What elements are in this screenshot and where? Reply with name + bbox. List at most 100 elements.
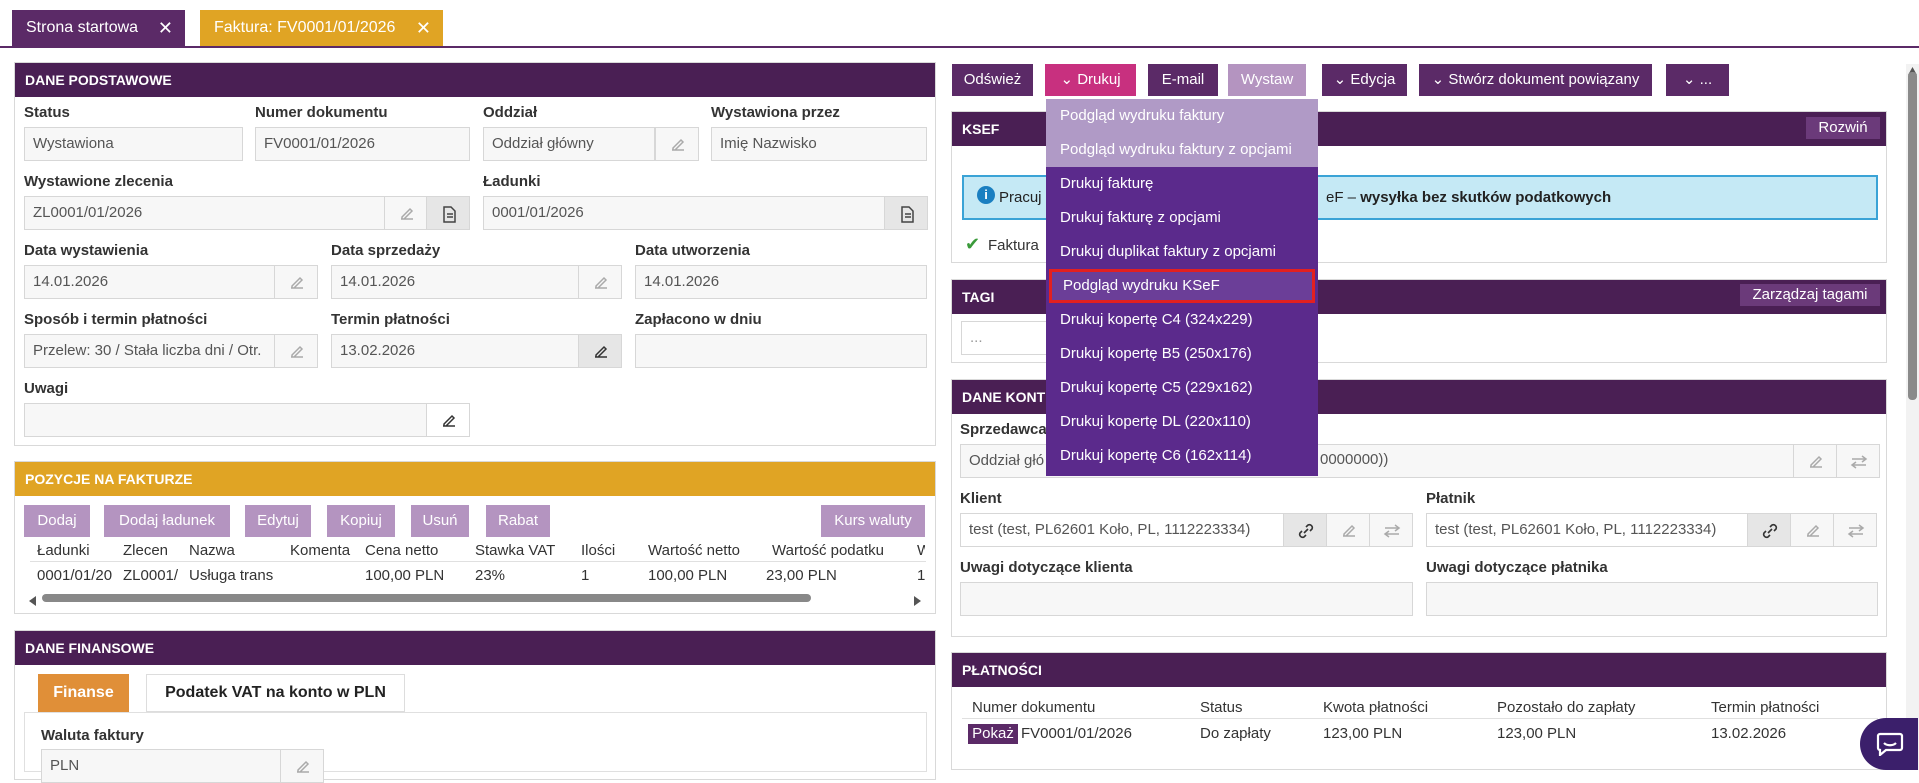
edit-seller-button[interactable]: [1793, 444, 1837, 478]
column-header[interactable]: W: [917, 542, 925, 559]
column-header[interactable]: Zlecen: [123, 542, 168, 559]
menu-item-print-invoice-options[interactable]: Drukuj fakturę z opcjami: [1046, 201, 1318, 235]
branch-field[interactable]: Oddział główny: [483, 127, 655, 161]
menu-item-preview-invoice-options[interactable]: Podgląd wydruku faktury z opcjami: [1046, 133, 1318, 167]
refresh-button[interactable]: Odśwież: [952, 64, 1033, 96]
print-button[interactable]: ⌄ Drukuj: [1045, 64, 1136, 96]
tab-vat-account[interactable]: Podatek VAT na konto w PLN: [146, 674, 405, 712]
payment-method-field[interactable]: Przelew: 30 / Stała liczba dni / Otr.: [24, 334, 275, 368]
edit-payer-button[interactable]: [1790, 513, 1834, 547]
column-header[interactable]: Numer dokumentu: [972, 699, 1095, 716]
column-header[interactable]: Ładunki: [37, 542, 90, 559]
paid-date-field[interactable]: [635, 334, 927, 368]
column-header[interactable]: Stawka VAT: [475, 542, 555, 559]
add-load-button[interactable]: Dodaj ładunek: [104, 505, 230, 537]
column-header[interactable]: Wartość netto: [648, 542, 740, 559]
column-header[interactable]: Termin płatności: [1711, 699, 1819, 716]
copy-button[interactable]: Kopiuj: [327, 505, 395, 537]
swap-icon: [1850, 455, 1868, 469]
menu-item-print-invoice[interactable]: Drukuj fakturę: [1046, 167, 1318, 201]
issued-by-field[interactable]: Imię Nazwisko: [711, 127, 927, 161]
edit-sale-date-button[interactable]: [578, 265, 622, 299]
edit-due-date-button[interactable]: [578, 334, 622, 368]
edit-notes-button[interactable]: [426, 403, 470, 437]
column-header[interactable]: Status: [1200, 699, 1243, 716]
info-icon: i: [977, 186, 995, 204]
column-header[interactable]: Ilości: [581, 542, 615, 559]
column-header[interactable]: Cena netto: [365, 542, 438, 559]
column-header[interactable]: Wartość podatku: [772, 542, 884, 559]
delete-button[interactable]: Usuń: [411, 505, 469, 537]
exchange-rate-button[interactable]: Kurs waluty: [821, 505, 925, 537]
issue-date-field[interactable]: 14.01.2026: [24, 265, 275, 299]
swap-seller-button[interactable]: [1836, 444, 1880, 478]
financial-header: DANE FINANSOWE: [15, 631, 935, 665]
currency-field[interactable]: PLN: [41, 749, 281, 783]
menu-item-preview-ksef[interactable]: Podgląd wydruku KSeF: [1049, 269, 1315, 303]
column-header[interactable]: Pozostało do zapłaty: [1497, 699, 1635, 716]
menu-item-print-duplicate-options[interactable]: Drukuj duplikat faktury z opcjami: [1046, 235, 1318, 269]
manage-tags-button[interactable]: Zarządzaj tagami: [1740, 284, 1880, 306]
link-client-button[interactable]: [1283, 513, 1327, 547]
issue-button[interactable]: Wystaw: [1228, 64, 1306, 96]
tab-home[interactable]: Strona startowa ✕: [12, 10, 185, 46]
client-notes-field[interactable]: [960, 582, 1413, 616]
orders-field[interactable]: ZL0001/01/2026: [24, 196, 385, 230]
edit-button[interactable]: Edytuj: [245, 505, 311, 537]
column-header[interactable]: Komenta: [290, 542, 350, 559]
tab-finance[interactable]: Finanse: [38, 674, 129, 712]
add-button[interactable]: Dodaj: [24, 505, 90, 537]
loads-document-button[interactable]: [884, 196, 928, 230]
discount-button[interactable]: Rabat: [486, 505, 550, 537]
edit-branch-button[interactable]: [655, 127, 699, 161]
edit-currency-button[interactable]: [280, 749, 324, 783]
show-payment-button[interactable]: Pokaż: [968, 724, 1018, 744]
menu-item-envelope-dl[interactable]: Drukuj kopertę DL (220x110): [1046, 405, 1318, 439]
edit-client-button[interactable]: [1326, 513, 1370, 547]
table-cell: FV0001/01/2026: [1021, 725, 1132, 742]
more-button[interactable]: ⌄ ...: [1666, 64, 1729, 96]
loads-field[interactable]: 0001/01/2026: [483, 196, 885, 230]
scroll-right-icon[interactable]: [913, 593, 921, 606]
edit-payment-method-button[interactable]: [274, 334, 318, 368]
scroll-up-icon[interactable]: [1908, 62, 1917, 75]
edit-menu-button[interactable]: ⌄ Edycja: [1322, 64, 1407, 96]
email-button[interactable]: E-mail: [1148, 64, 1218, 96]
document-number-field[interactable]: FV0001/01/2026: [255, 127, 470, 161]
chat-button[interactable]: [1860, 718, 1918, 770]
menu-item-envelope-b5[interactable]: Drukuj kopertę B5 (250x176): [1046, 337, 1318, 371]
table-cell: 23,00 PLN: [766, 567, 837, 584]
column-header[interactable]: Kwota płatności: [1323, 699, 1428, 716]
payer-notes-field[interactable]: [1426, 582, 1878, 616]
vertical-scrollbar-thumb[interactable]: [1908, 72, 1917, 400]
edit-orders-button[interactable]: [384, 196, 428, 230]
link-payer-button[interactable]: [1747, 513, 1791, 547]
swap-payer-button[interactable]: [1833, 513, 1877, 547]
due-date-field[interactable]: 13.02.2026: [331, 334, 579, 368]
column-header[interactable]: Nazwa: [189, 542, 235, 559]
seller-value: Oddział głó: [969, 452, 1045, 469]
client-label: Klient: [960, 490, 1002, 507]
notes-field[interactable]: [24, 403, 427, 437]
ksef-info-suffix: eF –: [1326, 189, 1361, 206]
swap-client-button[interactable]: [1369, 513, 1413, 547]
horizontal-scrollbar[interactable]: [42, 594, 811, 602]
orders-document-button[interactable]: [426, 196, 470, 230]
close-icon[interactable]: ✕: [416, 10, 431, 46]
close-icon[interactable]: ✕: [158, 10, 173, 46]
expand-button[interactable]: Rozwiń: [1806, 117, 1880, 139]
sale-date-field[interactable]: 14.01.2026: [331, 265, 579, 299]
edit-issue-date-button[interactable]: [274, 265, 318, 299]
status-field[interactable]: Wystawiona: [24, 127, 243, 161]
menu-item-envelope-c6[interactable]: Drukuj kopertę C6 (162x114): [1046, 439, 1318, 473]
tab-invoice[interactable]: Faktura: FV0001/01/2026 ✕: [200, 10, 443, 46]
client-field[interactable]: test (test, PL62601 Koło, PL, 1112223334…: [960, 513, 1284, 547]
menu-item-envelope-c4[interactable]: Drukuj kopertę C4 (324x229): [1046, 303, 1318, 337]
created-date-field[interactable]: 14.01.2026: [635, 265, 927, 299]
ksef-info-prefix: Pracuj: [999, 189, 1042, 206]
payer-field[interactable]: test (test, PL62601 Koło, PL, 1112223334…: [1426, 513, 1748, 547]
scroll-left-icon[interactable]: [29, 593, 37, 606]
menu-item-envelope-c5[interactable]: Drukuj kopertę C5 (229x162): [1046, 371, 1318, 405]
create-related-button[interactable]: ⌄ Stwórz dokument powiązany: [1419, 64, 1652, 96]
menu-item-preview-invoice[interactable]: Podgląd wydruku faktury: [1046, 99, 1318, 133]
